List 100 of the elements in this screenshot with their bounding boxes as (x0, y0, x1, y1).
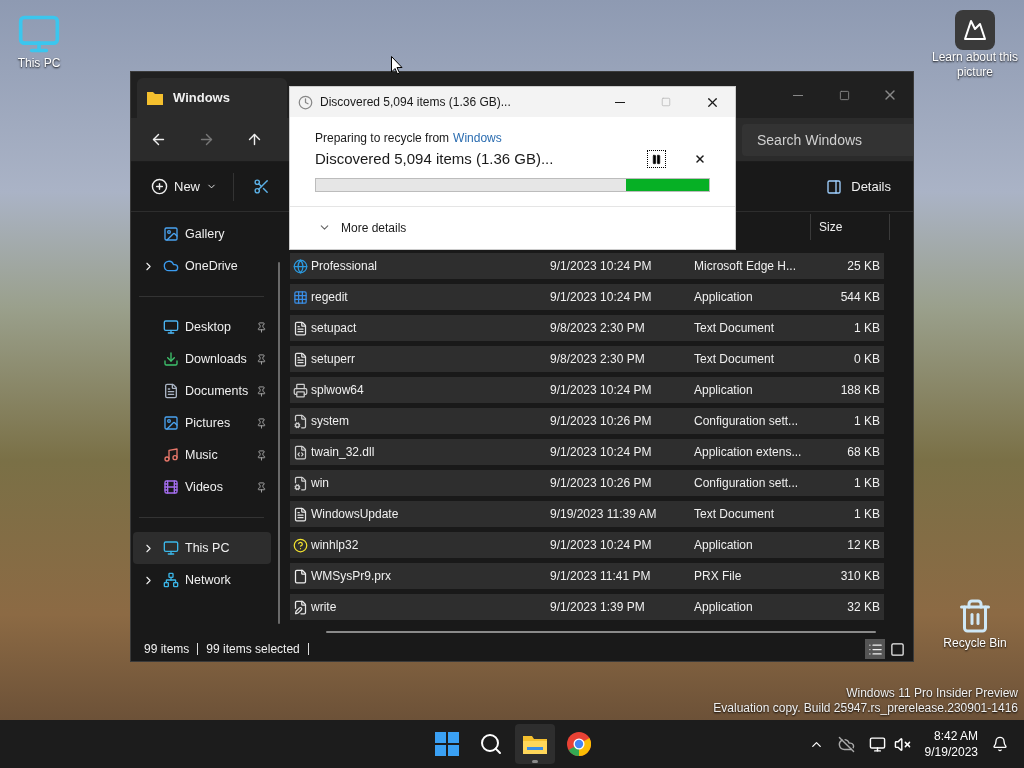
file-date: 9/1/2023 10:24 PM (550, 537, 653, 554)
active-indicator (532, 760, 538, 763)
file-row[interactable]: splwow64 9/1/2023 10:24 PM Application 188 KB (290, 377, 884, 403)
sidebar-label: This PC (185, 539, 230, 557)
cloud-off-icon (837, 735, 855, 753)
more-details-button[interactable]: More details (318, 218, 407, 237)
file-row[interactable]: setupact 9/8/2023 2:30 PM Text Document 1 KB (290, 315, 884, 341)
file-date: 9/1/2023 10:26 PM (550, 475, 653, 492)
sidebar-label: Music (185, 446, 218, 464)
file-type: Configuration sett... (694, 413, 800, 430)
file-date: 9/8/2023 2:30 PM (550, 351, 646, 368)
sidebar-item[interactable]: Downloads (133, 343, 271, 375)
pen-file-icon (292, 599, 308, 615)
file-size: 32 KB (847, 599, 880, 616)
file-size: 1 KB (854, 475, 880, 492)
sidebar-item[interactable]: Videos (133, 471, 271, 503)
sidebar-item[interactable]: OneDrive (133, 250, 271, 282)
file-date: 9/1/2023 11:41 PM (550, 568, 652, 585)
file-size: 1 KB (854, 506, 880, 523)
printer-icon (292, 382, 308, 398)
pin-icon (256, 417, 267, 429)
file-row[interactable]: WMSysPr9.prx 9/1/2023 11:41 PM PRX File 310 KB (290, 563, 884, 589)
file-row[interactable]: system 9/1/2023 10:26 PM Configuration sett... 1 KB (290, 408, 884, 434)
file-type: Microsoft Edge H... (694, 258, 798, 275)
minimize-icon (793, 94, 803, 96)
pin-icon (256, 481, 267, 493)
pin-icon (256, 385, 267, 397)
pause-icon (651, 153, 662, 165)
sidebar-item[interactable]: Music (133, 439, 271, 471)
sidebar-label: OneDrive (185, 257, 238, 275)
file-date: 9/1/2023 10:24 PM (550, 258, 653, 275)
download-icon (163, 351, 179, 367)
file-date: 9/1/2023 10:24 PM (550, 444, 653, 461)
file-date: 9/1/2023 10:24 PM (550, 382, 653, 399)
mountain-icon (963, 18, 987, 42)
maximize-icon (661, 97, 671, 107)
maximize-icon (838, 89, 850, 101)
settings-file-icon (292, 475, 308, 491)
plus-icon (151, 178, 168, 195)
file-name: setuperr (311, 351, 357, 368)
status-text: 99 items selected (206, 641, 300, 658)
clock-date: 9/19/2023 (924, 744, 978, 760)
folder-icon (147, 91, 163, 105)
sidebar-item[interactable]: Network (133, 564, 271, 596)
monitor-icon (163, 540, 179, 556)
file-date: 9/1/2023 10:24 PM (550, 289, 653, 306)
minimize-icon (615, 101, 625, 103)
file-row[interactable]: write 9/1/2023 1:39 PM Application 32 KB (290, 594, 884, 620)
music-icon (163, 447, 179, 463)
network-icon (163, 572, 179, 588)
folder-icon (522, 733, 548, 755)
mouse-cursor-icon (391, 56, 403, 75)
sidebar-label: Videos (185, 478, 223, 496)
watermark-text: Windows 11 Pro Insider Preview (846, 686, 1018, 701)
file-row[interactable]: WindowsUpdate 9/19/2023 11:39 AM Text Document 1 KB (290, 501, 884, 527)
sidebar-item[interactable]: This PC (133, 532, 271, 564)
sidebar-label: Network (185, 571, 231, 589)
desktop-icon-label[interactable]: Recycle Bin (943, 636, 1007, 651)
file-row[interactable]: win 9/1/2023 10:26 PM Configuration sett... 1 KB (290, 470, 884, 496)
film-icon (163, 479, 179, 495)
sidebar-item[interactable]: Documents (133, 375, 271, 407)
file-name: setupact (311, 320, 358, 337)
sidebar-label: Pictures (185, 414, 231, 432)
file-row[interactable]: Professional 9/1/2023 10:24 PM Microsoft Edge H... 25 KB (290, 253, 884, 279)
watermark-text: Evaluation copy. Build 25947.rs_prerelease.230901-1416 (713, 701, 1018, 716)
sidebar-item[interactable]: Pictures (133, 407, 271, 439)
new-button[interactable]: New (149, 171, 219, 202)
document-icon (163, 383, 179, 399)
window-tab[interactable]: Windows (137, 78, 287, 118)
file-name: splwow64 (311, 382, 365, 399)
clock-icon (298, 94, 313, 110)
file-name: twain_32.dll (311, 444, 376, 461)
taskbar-app[interactable] (515, 724, 555, 764)
search-field[interactable]: Search Windows (742, 123, 913, 156)
file-date: 9/1/2023 1:39 PM (550, 599, 646, 616)
file-type: Application (694, 382, 754, 399)
file-row[interactable]: winhlp32 9/1/2023 10:24 PM Application 12 KB (290, 532, 884, 558)
sidebar-label: Documents (185, 382, 249, 400)
file-date: 9/8/2023 2:30 PM (550, 320, 646, 337)
details-button[interactable]: Details (825, 171, 891, 202)
file-type: PRX File (694, 568, 743, 585)
file-name: WindowsUpdate (311, 506, 400, 523)
file-row[interactable]: twain_32.dll 9/1/2023 10:24 PM Application extens... 68 KB (290, 439, 884, 465)
file-size: 1 KB (854, 320, 880, 337)
file-type: Application extens... (694, 444, 803, 461)
dialog-title: Discovered 5,094 items (1.36 GB)... (320, 94, 511, 111)
view-toggle[interactable] (865, 639, 885, 659)
file-row[interactable]: setuperr 9/8/2023 2:30 PM Text Document 0 KB (290, 346, 884, 372)
source-link[interactable]: Windows (453, 129, 502, 147)
file-row[interactable]: regedit 9/1/2023 10:24 PM Application 544 KB (290, 284, 884, 310)
file-size: 25 KB (847, 258, 880, 275)
cloud-icon (163, 258, 179, 274)
pause-button[interactable] (647, 150, 666, 169)
image-icon (163, 415, 179, 431)
file-type: Application (694, 599, 754, 616)
column-header[interactable]: Size (810, 214, 890, 240)
monitor-icon (163, 319, 179, 335)
search-icon (479, 732, 503, 756)
sidebar-item[interactable]: Gallery (133, 218, 271, 250)
sidebar-item[interactable]: Desktop (133, 311, 271, 343)
